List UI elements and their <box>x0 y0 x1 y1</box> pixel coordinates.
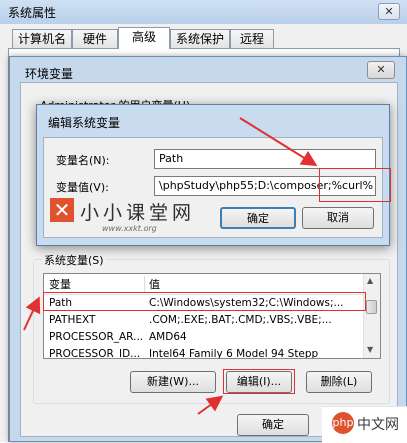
tab-advanced[interactable]: 高级 <box>118 27 170 49</box>
arrow-to-value <box>239 117 318 167</box>
arrow-to-edit-button <box>197 395 224 415</box>
php-logo: php <box>332 412 354 434</box>
php-logo-text: 中文网 <box>357 417 399 433</box>
annotation-arrows <box>23 117 318 415</box>
arrow-to-path-row <box>23 296 41 331</box>
